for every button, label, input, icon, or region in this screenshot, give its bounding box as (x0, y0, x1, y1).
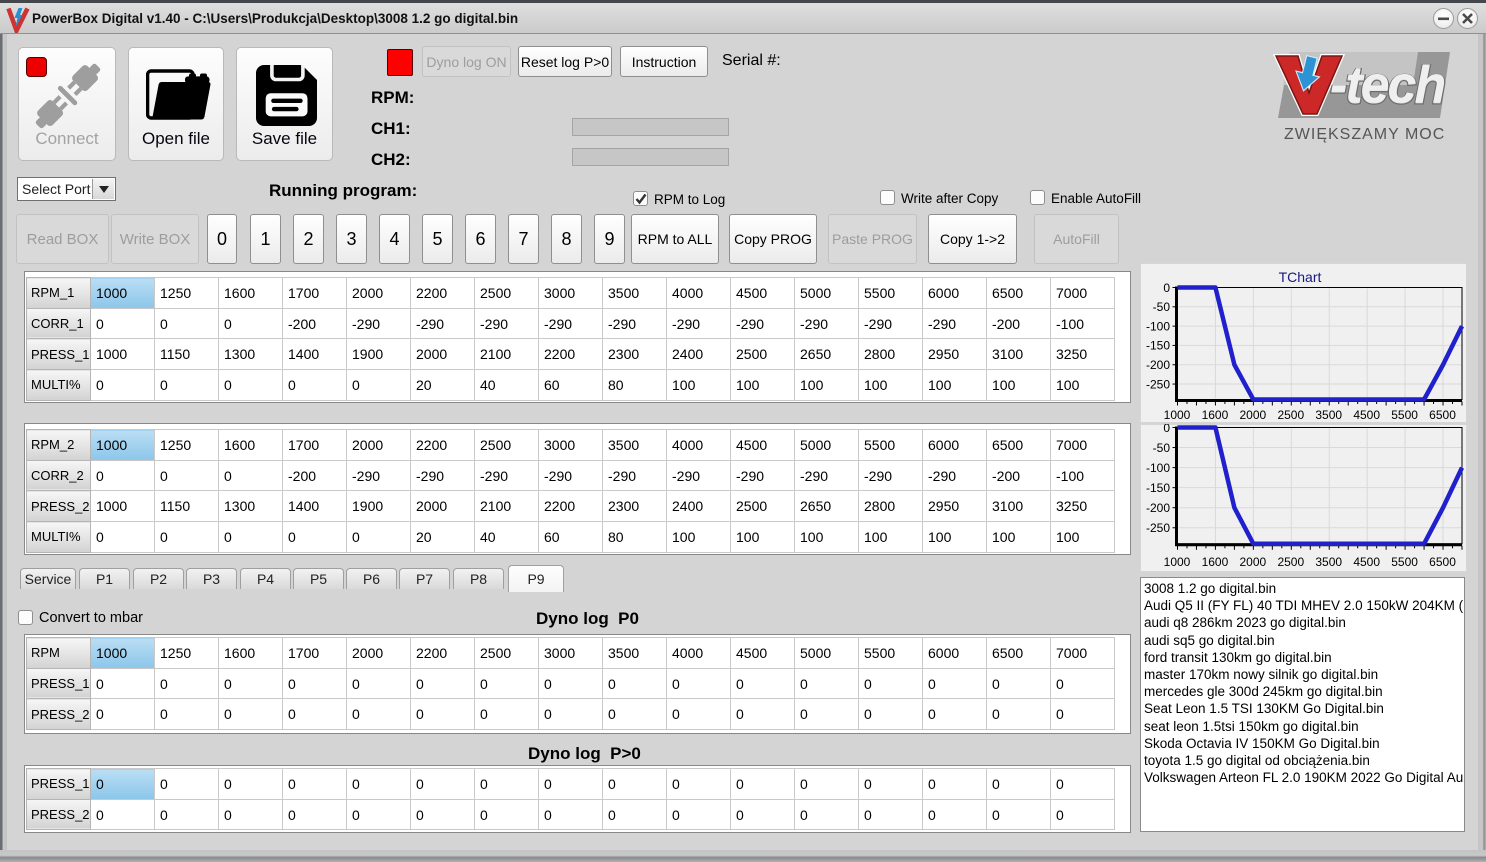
svg-text:1000: 1000 (1164, 408, 1191, 422)
svg-text:-50: -50 (1153, 441, 1171, 455)
svg-text:-150: -150 (1146, 481, 1170, 495)
svg-text:-250: -250 (1146, 521, 1170, 535)
svg-text:2500: 2500 (1277, 408, 1304, 422)
svg-text:4500: 4500 (1353, 555, 1380, 569)
svg-text:2500: 2500 (1277, 555, 1304, 569)
svg-text:1600: 1600 (1202, 555, 1229, 569)
svg-text:6500: 6500 (1429, 555, 1456, 569)
svg-text:5500: 5500 (1391, 555, 1418, 569)
svg-text:-100: -100 (1146, 319, 1170, 333)
svg-text:-250: -250 (1146, 377, 1170, 391)
svg-text:ZWIĘKSZAMY MOC: ZWIĘKSZAMY MOC (1284, 126, 1445, 143)
svg-text:-50: -50 (1153, 300, 1171, 314)
svg-text:5500: 5500 (1391, 408, 1418, 422)
svg-text:6500: 6500 (1429, 408, 1456, 422)
svg-text:-150: -150 (1146, 339, 1170, 353)
svg-text:3500: 3500 (1315, 555, 1342, 569)
svg-text:1000: 1000 (1164, 555, 1191, 569)
svg-text:-100: -100 (1146, 461, 1170, 475)
svg-text:TChart: TChart (1279, 269, 1322, 285)
svg-text:0: 0 (1163, 424, 1170, 435)
svg-text:0: 0 (1163, 281, 1170, 295)
svg-text:4500: 4500 (1353, 408, 1380, 422)
svg-text:-tech: -tech (1330, 56, 1444, 114)
svg-text:2000: 2000 (1240, 555, 1267, 569)
svg-text:1600: 1600 (1202, 408, 1229, 422)
svg-text:2000: 2000 (1240, 408, 1267, 422)
svg-text:-200: -200 (1146, 501, 1170, 515)
svg-text:3500: 3500 (1315, 408, 1342, 422)
svg-text:-200: -200 (1146, 358, 1170, 372)
